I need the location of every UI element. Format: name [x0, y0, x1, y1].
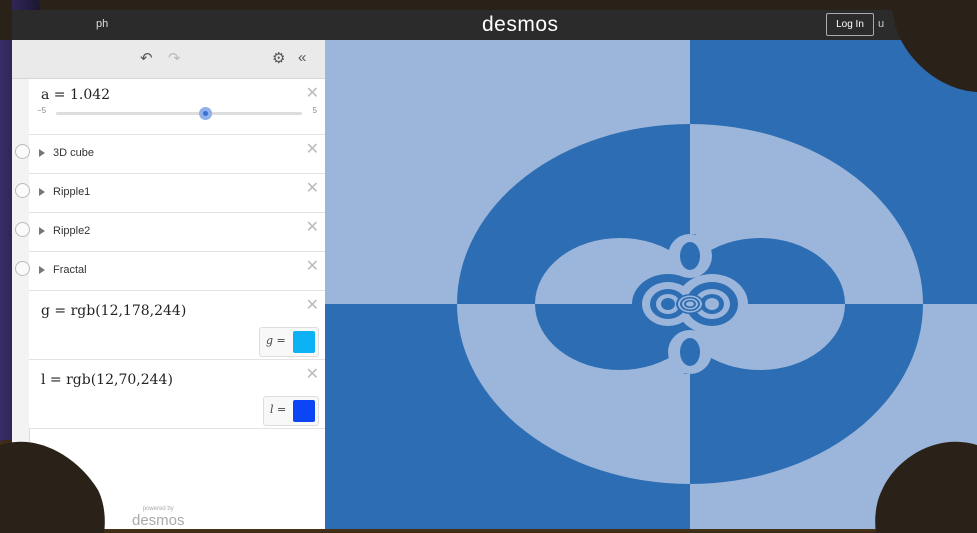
frame-corner-top-right	[890, 0, 977, 92]
frame-corner-bottom-left	[0, 441, 105, 533]
frame-corner-bottom-right	[875, 441, 977, 533]
frame-corner-top-left	[0, 0, 12, 40]
frame-corners	[0, 0, 977, 533]
